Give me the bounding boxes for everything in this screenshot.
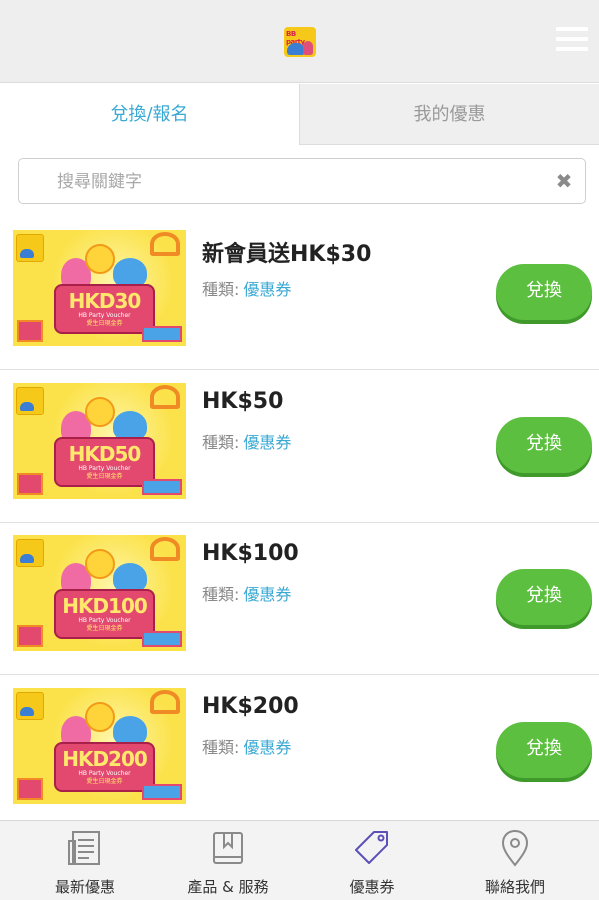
voucher-image-subtitle: HB Party Voucher (78, 312, 131, 319)
gift-box-icon (142, 479, 182, 495)
logo-mascot-pink (303, 41, 313, 55)
gift-box-icon (142, 326, 182, 342)
voucher-amount-plate: HKD50 HB Party Voucher 愛生日現金券 (54, 437, 155, 487)
nav-contact-us[interactable]: 聯絡我們 (440, 821, 590, 900)
news-icon (67, 829, 103, 869)
yellow-mascot-icon (85, 397, 115, 427)
ribbon-bow-icon (150, 385, 180, 409)
ribbon-bow-icon (150, 537, 180, 561)
hamburger-menu-icon[interactable] (556, 27, 588, 55)
gift-box-icon (17, 778, 43, 800)
gift-box-icon (142, 784, 182, 800)
voucher-image: HKD30 HB Party Voucher 愛生日現金券 (13, 230, 186, 346)
close-icon[interactable]: ✖ (553, 170, 575, 192)
logo-badge-icon (16, 692, 44, 720)
voucher-type-value[interactable]: 優惠券 (243, 280, 291, 299)
redeem-button[interactable]: 兌換 (496, 569, 592, 625)
voucher-title: HK$200 (202, 694, 299, 719)
voucher-type-label: 種類: (202, 585, 240, 604)
nav-coupons[interactable]: 優惠券 (297, 821, 447, 900)
voucher-image-amount: HKD100 (62, 594, 148, 618)
tag-icon (354, 829, 390, 869)
voucher-image-amount: HKD50 (68, 442, 142, 466)
voucher-image: HKD200 HB Party Voucher 愛生日現金券 (13, 688, 186, 804)
yellow-mascot-icon (85, 244, 115, 274)
search-box: ✖ (18, 158, 586, 204)
gift-box-icon (17, 320, 43, 342)
location-pin-icon (497, 829, 533, 869)
voucher-type-label: 種類: (202, 738, 240, 757)
voucher-item[interactable]: HKD100 HB Party Voucher 愛生日現金券 HK$100 種類… (0, 523, 599, 675)
redeem-button[interactable]: 兌換 (496, 264, 592, 320)
voucher-image-subtitle-cn: 愛生日現金券 (86, 320, 123, 327)
voucher-image-subtitle-cn: 愛生日現金券 (86, 778, 123, 785)
voucher-image-subtitle-cn: 愛生日現金券 (86, 625, 123, 632)
voucher-type-value[interactable]: 優惠券 (243, 738, 291, 757)
nav-label: 聯絡我們 (484, 878, 545, 896)
bottom-nav: 最新優惠 產品 & 服務 優惠券 聯絡我們 (0, 820, 599, 900)
voucher-amount-plate: HKD100 HB Party Voucher 愛生日現金券 (54, 589, 155, 639)
yellow-mascot-icon (85, 549, 115, 579)
voucher-type: 種類: 優惠券 (202, 429, 291, 453)
tab-my-offers[interactable]: 我的優惠 (299, 84, 599, 145)
voucher-item[interactable]: HKD200 HB Party Voucher 愛生日現金券 HK$200 種類… (0, 676, 599, 828)
voucher-type: 種類: 優惠券 (202, 581, 291, 605)
voucher-type-label: 種類: (202, 433, 240, 452)
gift-box-icon (17, 625, 43, 647)
voucher-title: HK$100 (202, 541, 299, 566)
nav-label: 產品 & 服務 (187, 878, 269, 896)
ribbon-bow-icon (150, 690, 180, 714)
voucher-item[interactable]: HKD30 HB Party Voucher 愛生日現金券 新會員送HK$30 … (0, 218, 599, 370)
logo-badge-icon (16, 387, 44, 415)
tab-bar: 兌換/報名 我的優惠 (0, 84, 599, 145)
nav-label: 優惠券 (349, 878, 395, 896)
nav-latest-offers[interactable]: 最新優惠 (10, 821, 160, 900)
tab-redeem[interactable]: 兌換/報名 (0, 84, 299, 145)
voucher-type-value[interactable]: 優惠券 (243, 433, 291, 452)
voucher-image: HKD100 HB Party Voucher 愛生日現金券 (13, 535, 186, 651)
voucher-item[interactable]: HKD50 HB Party Voucher 愛生日現金券 HK$50 種類: 優… (0, 371, 599, 523)
redeem-button[interactable]: 兌換 (496, 417, 592, 473)
voucher-image-subtitle-cn: 愛生日現金券 (86, 473, 123, 480)
ribbon-bow-icon (150, 232, 180, 256)
nav-products-services[interactable]: 產品 & 服務 (153, 821, 303, 900)
voucher-title: 新會員送HK$30 (202, 242, 372, 267)
voucher-image-subtitle: HB Party Voucher (78, 617, 131, 624)
book-icon (210, 829, 246, 869)
logo-badge-icon (16, 234, 44, 262)
gift-box-icon (142, 631, 182, 647)
voucher-type-value[interactable]: 優惠券 (243, 585, 291, 604)
redeem-button[interactable]: 兌換 (496, 722, 592, 778)
yellow-mascot-icon (85, 702, 115, 732)
voucher-image-subtitle: HB Party Voucher (78, 770, 131, 777)
gift-box-icon (17, 473, 43, 495)
voucher-image-amount: HKD200 (62, 747, 148, 771)
voucher-type: 種類: 優惠券 (202, 734, 291, 758)
nav-label: 最新優惠 (54, 878, 115, 896)
voucher-type-label: 種類: (202, 280, 240, 299)
voucher-type: 種類: 優惠券 (202, 276, 291, 300)
search-input[interactable] (57, 169, 537, 195)
voucher-image-amount: HKD30 (68, 289, 142, 313)
voucher-amount-plate: HKD30 HB Party Voucher 愛生日現金券 (54, 284, 155, 334)
voucher-image-subtitle: HB Party Voucher (78, 465, 131, 472)
voucher-image: HKD50 HB Party Voucher 愛生日現金券 (13, 383, 186, 499)
logo-badge-icon (16, 539, 44, 567)
voucher-title: HK$50 (202, 389, 284, 414)
app-logo[interactable]: BB party (284, 27, 316, 57)
voucher-amount-plate: HKD200 HB Party Voucher 愛生日現金券 (54, 742, 155, 792)
app-header: BB party (0, 0, 599, 83)
